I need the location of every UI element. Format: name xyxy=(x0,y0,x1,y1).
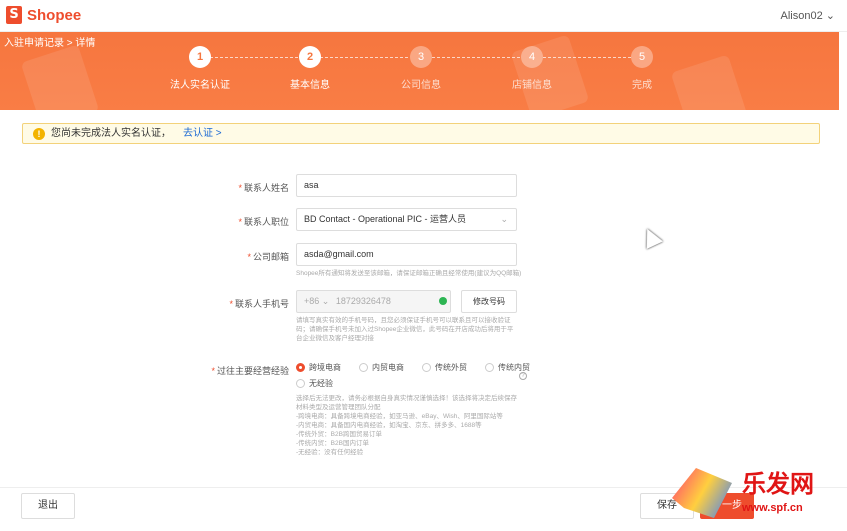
watermark: 乐发网 www.spf.cn xyxy=(672,462,842,524)
step-label: 基本信息 xyxy=(290,80,330,91)
username: Alison02 xyxy=(780,10,823,22)
mouse-cursor-icon xyxy=(639,225,663,249)
top-bar: S Shopee Alison02 ⌄ xyxy=(0,0,847,32)
progress-banner: 入驻申请记录 > 详情 1 法人实名认证 2 基本信息 3 公司信息 4 店铺信… xyxy=(0,32,839,110)
breadcrumb[interactable]: 入驻申请记录 > 详情 xyxy=(4,34,95,49)
verified-check-icon xyxy=(439,297,447,305)
exit-button[interactable]: 退出 xyxy=(21,493,75,519)
chevron-down-icon: ⌄ xyxy=(825,10,835,22)
experience-hint: 选择后无法更改，请务必根据自身真实情况谨慎选择！该选择将决定后续保存材料类型及运… xyxy=(296,395,517,456)
step-5: 5 完成 xyxy=(592,46,692,91)
step-number: 4 xyxy=(521,46,543,68)
email-input[interactable]: asda@gmail.com xyxy=(296,243,517,266)
radio-icon xyxy=(485,363,494,372)
radio-icon xyxy=(422,363,431,372)
chevron-down-icon: ⌄ xyxy=(500,214,508,224)
step-1: 1 法人实名认证 xyxy=(150,46,250,91)
contact-name-input[interactable]: asa xyxy=(296,174,517,197)
radio-icon xyxy=(359,363,368,372)
radio-checked-icon xyxy=(296,363,305,372)
step-label: 完成 xyxy=(632,80,652,91)
help-icon[interactable]: ? xyxy=(519,372,527,380)
watermark-url: www.spf.cn xyxy=(742,502,803,514)
step-label: 店铺信息 xyxy=(512,80,552,91)
change-phone-button[interactable]: 修改号码 xyxy=(461,290,517,313)
radio-traditional-export[interactable]: 传统外贸 xyxy=(422,362,467,373)
step-3: 3 公司信息 xyxy=(371,46,471,91)
required-mark: * xyxy=(238,183,242,193)
user-menu[interactable]: Alison02 ⌄ xyxy=(781,9,835,22)
step-number: 1 xyxy=(189,46,211,68)
shopee-logo[interactable]: S Shopee xyxy=(6,6,81,24)
radio-cross-border[interactable]: 跨境电商 xyxy=(296,362,341,373)
email-label: * 公司邮箱 xyxy=(247,252,289,262)
watermark-logo xyxy=(672,468,732,518)
radio-no-experience[interactable]: 无经验 xyxy=(296,378,333,389)
step-number: 3 xyxy=(410,46,432,68)
notice-text: 您尚未完成法人实名认证， xyxy=(51,128,171,139)
position-label: * 联系人职位 xyxy=(238,217,289,227)
email-hint: Shopee所有通知将发送至该邮箱，请保证邮箱正确且经常使用(建议为QQ邮箱) xyxy=(296,270,522,277)
shopee-bag-icon: S xyxy=(6,6,22,24)
experience-radio-group: 跨境电商 内贸电商 传统外贸 传统内贸 xyxy=(296,362,530,373)
verification-notice: ! 您尚未完成法人实名认证， 去认证 > xyxy=(22,123,820,144)
required-mark: * xyxy=(229,299,233,309)
step-number: 2 xyxy=(299,46,321,68)
position-value: BD Contact - Operational PIC - 运营人员 xyxy=(304,214,467,224)
phone-prefix: +86 xyxy=(304,296,320,306)
experience-label: * 过往主要经营经验 xyxy=(211,366,289,376)
watermark-title: 乐发网 xyxy=(742,469,814,498)
contact-name-label: * 联系人姓名 xyxy=(238,183,289,193)
phone-value: 18729326478 xyxy=(335,296,391,306)
phone-hint: 请填写真实有效的手机号码，且您必须保证手机号可以联系且可以接收验证码；请确保手机… xyxy=(296,317,514,342)
step-2: 2 基本信息 xyxy=(260,46,360,91)
required-mark: * xyxy=(211,366,215,376)
experience-radio-group-2: 无经验 xyxy=(296,378,333,389)
verify-link[interactable]: 去认证 > xyxy=(183,124,222,143)
radio-icon xyxy=(296,379,305,388)
step-indicator: 1 法人实名认证 2 基本信息 3 公司信息 4 店铺信息 5 完成 xyxy=(168,46,668,106)
required-mark: * xyxy=(247,252,251,262)
warning-icon: ! xyxy=(33,127,45,140)
step-number: 5 xyxy=(631,46,653,68)
step-4: 4 店铺信息 xyxy=(482,46,582,91)
chevron-down-icon: ⌄ xyxy=(321,296,332,306)
radio-domestic-ecom[interactable]: 内贸电商 xyxy=(359,362,404,373)
step-label: 法人实名认证 xyxy=(170,80,230,91)
position-select[interactable]: BD Contact - Operational PIC - 运营人员 ⌄ xyxy=(296,208,517,231)
phone-label: * 联系人手机号 xyxy=(229,299,289,309)
brand-name: Shopee xyxy=(27,6,82,24)
step-label: 公司信息 xyxy=(401,80,441,91)
phone-input: +86 ⌄ 18729326478 xyxy=(296,290,451,313)
required-mark: * xyxy=(238,217,242,227)
bag-decoration xyxy=(20,44,100,110)
